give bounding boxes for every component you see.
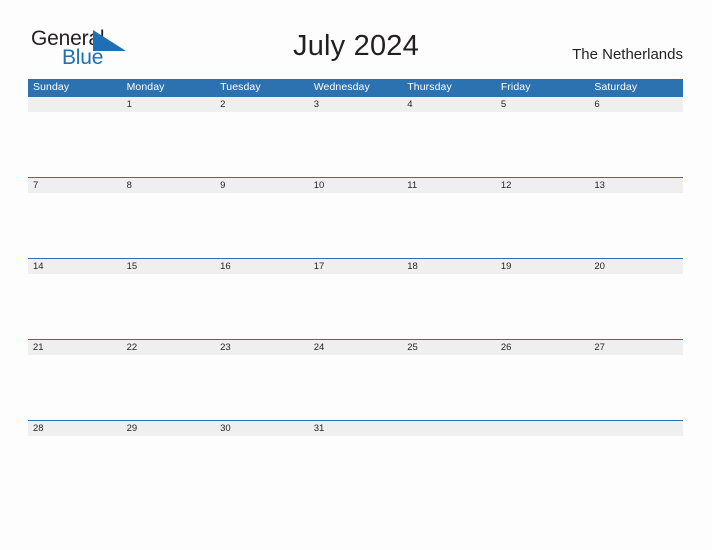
calendar-day-cell[interactable]: 24 [308, 338, 403, 420]
calendar-day-cell[interactable] [402, 419, 496, 501]
day-number: 9 [215, 177, 309, 193]
calendar-grid: Sunday Monday Tuesday Wednesday Thursday… [28, 79, 683, 501]
day-number: 22 [121, 339, 216, 355]
weekday-header-thursday: Thursday [402, 79, 496, 96]
day-number: 1 [121, 96, 216, 112]
day-number: 17 [308, 258, 403, 274]
page-header: General Blue July 2024 The Netherlands [0, 0, 712, 78]
day-number: 30 [215, 420, 309, 436]
calendar-day-cell[interactable]: 31 [308, 419, 403, 501]
calendar-day-cell[interactable]: 9 [215, 176, 309, 258]
day-number: 3 [308, 96, 403, 112]
calendar-day-cell[interactable]: 15 [121, 257, 216, 339]
calendar-body: 1 2 3 4 5 6 7 8 9 10 11 12 13 14 15 16 1… [28, 95, 683, 501]
calendar-day-cell[interactable]: 4 [402, 95, 496, 177]
calendar-day-cell[interactable]: 12 [495, 176, 590, 258]
day-number [28, 96, 122, 112]
calendar-day-cell[interactable]: 14 [28, 257, 122, 339]
day-number: 31 [308, 420, 403, 436]
day-number: 21 [28, 339, 122, 355]
calendar-day-cell[interactable]: 16 [215, 257, 309, 339]
calendar-day-cell[interactable]: 3 [308, 95, 403, 177]
day-number: 18 [402, 258, 496, 274]
day-number: 10 [308, 177, 403, 193]
day-number: 16 [215, 258, 309, 274]
calendar-day-cell[interactable]: 7 [28, 176, 122, 258]
day-number: 27 [589, 339, 683, 355]
day-number [589, 420, 683, 436]
calendar-day-cell[interactable]: 20 [589, 257, 683, 339]
calendar-day-cell[interactable]: 22 [121, 338, 216, 420]
calendar-day-cell[interactable]: 13 [589, 176, 683, 258]
calendar-week-row: 7 8 9 10 11 12 13 [28, 176, 683, 258]
day-number: 12 [495, 177, 590, 193]
day-number: 15 [121, 258, 216, 274]
calendar-weekday-header-row: Sunday Monday Tuesday Wednesday Thursday… [28, 79, 683, 96]
calendar-week-row: 1 2 3 4 5 6 [28, 95, 683, 177]
calendar-week-row: 28 29 30 31 [28, 419, 683, 501]
weekday-header-tuesday: Tuesday [215, 79, 309, 96]
calendar-day-cell[interactable]: 28 [28, 419, 122, 501]
day-number: 19 [495, 258, 590, 274]
day-number: 25 [402, 339, 496, 355]
day-number: 2 [215, 96, 309, 112]
day-number: 24 [308, 339, 403, 355]
weekday-header-monday: Monday [121, 79, 216, 96]
day-number: 6 [589, 96, 683, 112]
day-number: 23 [215, 339, 309, 355]
calendar-day-cell[interactable]: 26 [495, 338, 590, 420]
day-number: 28 [28, 420, 122, 436]
weekday-header-wednesday: Wednesday [308, 79, 403, 96]
calendar-week-row: 14 15 16 17 18 19 20 [28, 257, 683, 339]
day-number: 8 [121, 177, 216, 193]
calendar-day-cell[interactable]: 19 [495, 257, 590, 339]
calendar-week-row: 21 22 23 24 25 26 27 [28, 338, 683, 420]
calendar-day-cell[interactable]: 2 [215, 95, 309, 177]
calendar-day-cell[interactable] [28, 95, 122, 177]
day-number: 5 [495, 96, 590, 112]
region-label: The Netherlands [572, 46, 683, 63]
weekday-header-sunday: Sunday [28, 79, 122, 96]
day-number: 14 [28, 258, 122, 274]
calendar-day-cell[interactable]: 29 [121, 419, 216, 501]
weekday-header-friday: Friday [495, 79, 590, 96]
calendar-day-cell[interactable]: 21 [28, 338, 122, 420]
day-number: 4 [402, 96, 496, 112]
day-number: 20 [589, 258, 683, 274]
calendar-day-cell[interactable]: 30 [215, 419, 309, 501]
calendar-day-cell[interactable] [589, 419, 683, 501]
calendar-day-cell[interactable]: 11 [402, 176, 496, 258]
day-number [495, 420, 590, 436]
day-number [402, 420, 496, 436]
calendar-day-cell[interactable]: 1 [121, 95, 216, 177]
day-number: 26 [495, 339, 590, 355]
day-number: 13 [589, 177, 683, 193]
day-number: 7 [28, 177, 122, 193]
day-number: 29 [121, 420, 216, 436]
calendar-day-cell[interactable] [495, 419, 590, 501]
calendar-day-cell[interactable]: 10 [308, 176, 403, 258]
calendar-day-cell[interactable]: 18 [402, 257, 496, 339]
calendar-day-cell[interactable]: 5 [495, 95, 590, 177]
calendar-day-cell[interactable]: 6 [589, 95, 683, 177]
calendar-day-cell[interactable]: 25 [402, 338, 496, 420]
calendar-day-cell[interactable]: 23 [215, 338, 309, 420]
calendar-day-cell[interactable]: 27 [589, 338, 683, 420]
calendar-day-cell[interactable]: 17 [308, 257, 403, 339]
day-number: 11 [402, 177, 496, 193]
calendar-day-cell[interactable]: 8 [121, 176, 216, 258]
weekday-header-saturday: Saturday [589, 79, 683, 96]
